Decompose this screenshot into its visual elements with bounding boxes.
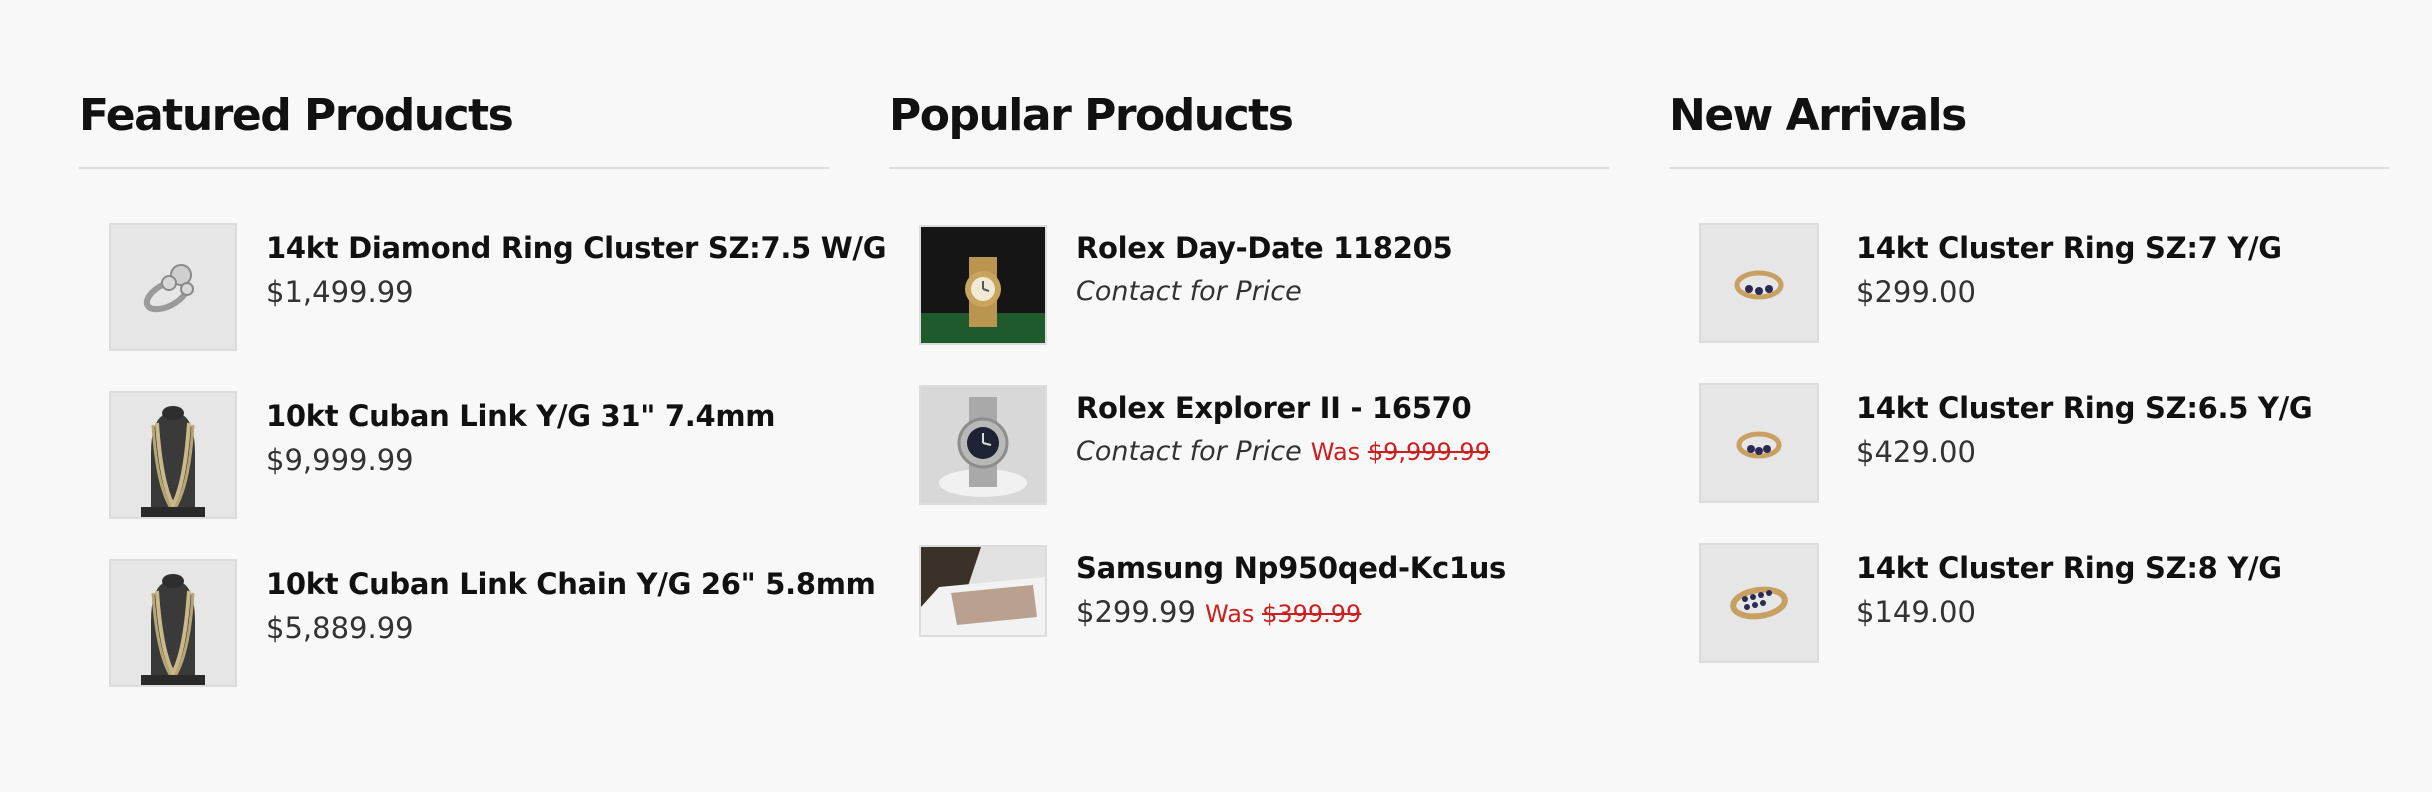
section-divider (79, 167, 829, 169)
product-name[interactable]: 14kt Cluster Ring SZ:8 Y/G (1856, 549, 2282, 587)
section-divider (889, 167, 1609, 169)
price-line: Contact for Price (1076, 273, 1302, 314)
section-title: Popular Products (889, 90, 1294, 141)
product-name[interactable]: Samsung Np950qed-Kc1us (1076, 549, 1506, 587)
necklace-icon[interactable] (109, 391, 237, 519)
section-title: Featured Products (79, 90, 514, 141)
was-label: Was (1310, 438, 1361, 466)
product-price: $149.00 (1856, 595, 1976, 629)
product-name[interactable]: Rolex Explorer II - 16570 (1076, 389, 1472, 427)
original-price: $399.99 (1262, 600, 1362, 628)
gold-watch-icon[interactable] (919, 225, 1047, 345)
necklace-icon[interactable] (109, 559, 237, 687)
ring-icon[interactable] (109, 223, 237, 351)
product-price: $299.99 (1076, 595, 1196, 629)
price-line: $299.00 (1856, 273, 1976, 316)
product-name[interactable]: Rolex Day-Date 118205 (1076, 229, 1453, 267)
price-line: $149.00 (1856, 593, 1976, 636)
price-line: $5,889.99 (266, 609, 414, 652)
gold-band-icon[interactable] (1699, 543, 1819, 663)
product-price: $429.00 (1856, 435, 1976, 469)
section-divider (1669, 167, 2389, 169)
product-price: $299.00 (1856, 275, 1976, 309)
contact-for-price: Contact for Price (1076, 276, 1302, 307)
product-name[interactable]: 10kt Cuban Link Y/G 31" 7.4mm (266, 397, 776, 435)
product-name[interactable]: 14kt Cluster Ring SZ:7 Y/G (1856, 229, 2282, 267)
steel-watch-icon[interactable] (919, 385, 1047, 505)
gold-ring-icon[interactable] (1699, 383, 1819, 503)
gold-ring-icon[interactable] (1699, 223, 1819, 343)
was-label: Was (1205, 600, 1255, 628)
price-line: $1,499.99 (266, 273, 414, 316)
laptop-icon[interactable] (919, 545, 1047, 637)
price-line: $299.99 Was $399.99 (1076, 593, 1361, 636)
price-line: $9,999.99 (266, 441, 414, 484)
was-price: Was $399.99 (1205, 600, 1361, 628)
product-price: $5,889.99 (266, 611, 414, 645)
product-name[interactable]: 14kt Diamond Ring Cluster SZ:7.5 W/G (266, 229, 887, 267)
price-line: Contact for Price Was $9,999.99 (1076, 433, 1490, 474)
section-title: New Arrivals (1669, 90, 1967, 141)
product-name[interactable]: 14kt Cluster Ring SZ:6.5 Y/G (1856, 389, 2313, 427)
product-name[interactable]: 10kt Cuban Link Chain Y/G 26" 5.8mm (266, 565, 876, 603)
contact-for-price: Contact for Price (1076, 436, 1302, 467)
price-line: $429.00 (1856, 433, 1976, 476)
was-price: Was $9,999.99 (1311, 438, 1490, 466)
original-price: $9,999.99 (1367, 438, 1490, 466)
product-price: $9,999.99 (266, 443, 414, 477)
product-price: $1,499.99 (266, 275, 414, 309)
